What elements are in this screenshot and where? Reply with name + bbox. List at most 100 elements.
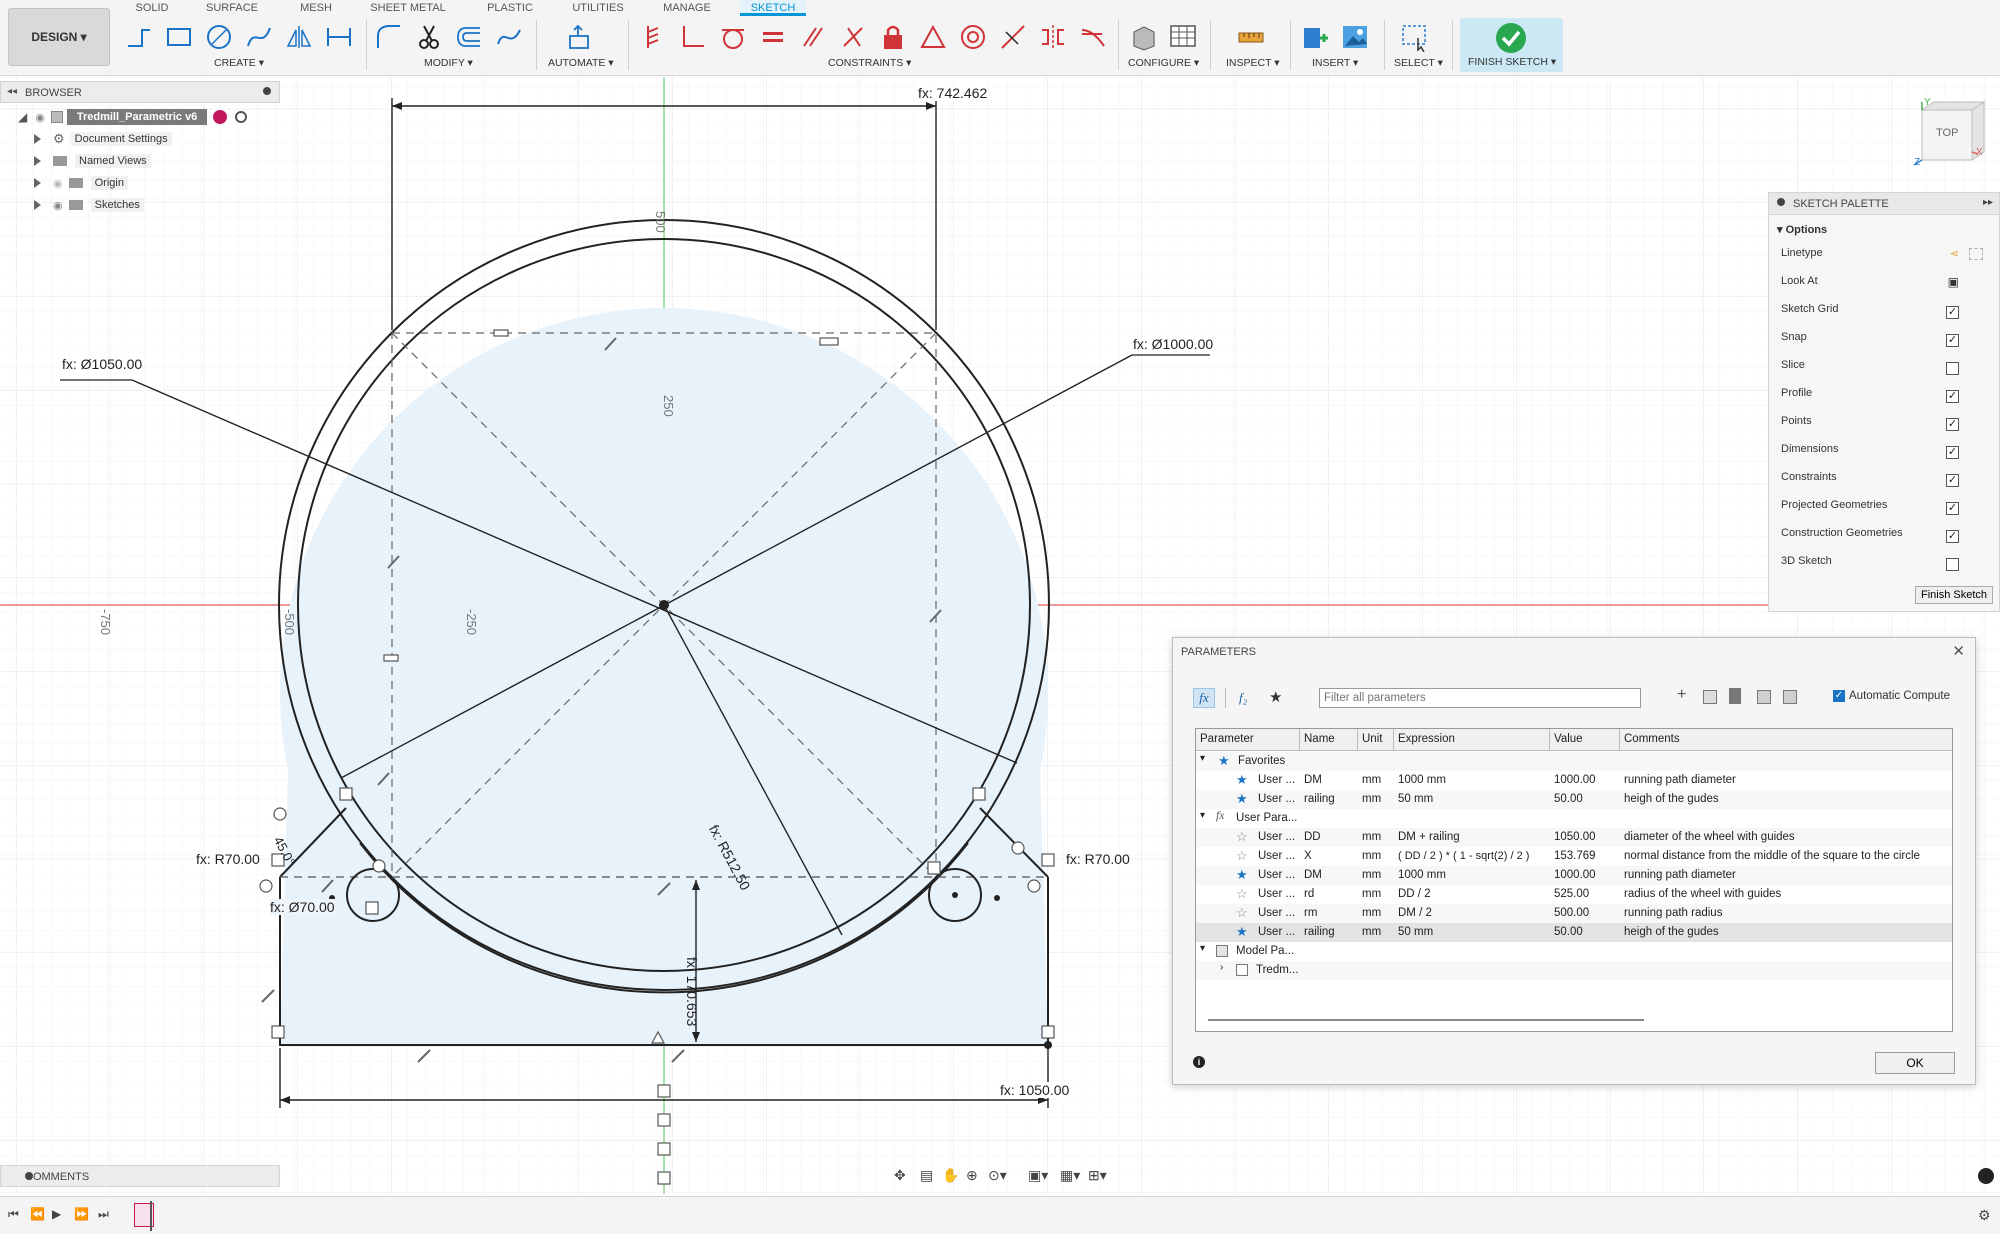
line-tool-icon[interactable]	[124, 22, 154, 52]
play-icon[interactable]: ▶	[52, 1207, 61, 1221]
collapse-icon[interactable]: ◂◂	[7, 86, 17, 97]
go-to-end-icon[interactable]: ⏭	[98, 1207, 109, 1222]
star-filter-icon[interactable]: ★	[1269, 688, 1282, 706]
curvature-constraint-icon[interactable]	[1078, 22, 1108, 52]
option-points[interactable]: Points ✓	[1781, 415, 1991, 435]
group-row-user-parameters[interactable]: ▾ fx User Para...	[1196, 809, 1952, 828]
ok-button[interactable]: OK	[1875, 1052, 1955, 1074]
table-row[interactable]: ☆ User ... rd mm DD / 2 525.00 radius of…	[1196, 885, 1952, 904]
favorite-star-outline-icon[interactable]: ☆	[1236, 848, 1248, 864]
fillet-tool-icon[interactable]	[374, 22, 404, 52]
delete-parameter-icon[interactable]	[1729, 688, 1741, 704]
copy-parameter-icon[interactable]	[1703, 690, 1717, 704]
configure-model-icon[interactable]	[1128, 22, 1158, 52]
create-group-label[interactable]: CREATE ▾	[214, 57, 264, 69]
automatic-compute-option[interactable]: ✓ Automatic Compute	[1833, 690, 1950, 702]
grid-settings-icon[interactable]: ▦▾	[1060, 1167, 1080, 1184]
dimension-fillet-right[interactable]: fx: R70.00	[1066, 851, 1130, 867]
target-icon[interactable]	[235, 111, 248, 123]
option-projected-geometries[interactable]: Projected Geometries ✓	[1781, 499, 1991, 519]
go-to-start-icon[interactable]: ⏮	[8, 1207, 19, 1222]
dimension-small-diameter[interactable]: fx: Ø70.00	[270, 899, 335, 915]
browser-item-named-views[interactable]: Named Views	[34, 150, 151, 172]
browser-pin-icon[interactable]	[263, 87, 271, 95]
step-back-icon[interactable]: ⏪	[30, 1207, 45, 1221]
circle-tool-icon[interactable]	[204, 22, 234, 52]
dimension-height[interactable]: fx: 170.653	[684, 957, 700, 1026]
browser-panel-header[interactable]: ◂◂ BROWSER	[0, 81, 280, 103]
snap-checkbox[interactable]: ✓	[1946, 334, 1959, 347]
modify-group-label[interactable]: MODIFY ▾	[424, 57, 473, 69]
automate-group-label[interactable]: AUTOMATE ▾	[548, 57, 614, 69]
constraints-group-label[interactable]: CONSTRAINTS ▾	[828, 57, 911, 69]
browser-item-sketches[interactable]: ◉ Sketches	[34, 194, 144, 216]
option-constraints[interactable]: Constraints ✓	[1781, 471, 1991, 491]
column-header-comments[interactable]: Comments	[1620, 729, 1952, 751]
expand-triangle-icon[interactable]	[34, 134, 41, 144]
tab-utilities[interactable]: UTILITIES	[572, 0, 624, 16]
options-section-header[interactable]: ▾ Options	[1777, 223, 1827, 236]
column-header-unit[interactable]: Unit	[1358, 729, 1394, 751]
group-row-model-child[interactable]: › Tredm...	[1196, 961, 1952, 980]
mirror-tool-icon[interactable]	[284, 22, 314, 52]
curve-tool-icon[interactable]	[494, 22, 524, 52]
group-row-favorites[interactable]: ▾ ★ Favorites	[1196, 752, 1952, 771]
configure-group-label[interactable]: CONFIGURE ▾	[1128, 57, 1199, 69]
orbit-icon[interactable]: ✥	[894, 1167, 906, 1184]
insert-image-icon[interactable]	[1340, 22, 1370, 52]
viewports-icon[interactable]: ⊞▾	[1088, 1167, 1107, 1184]
measure-tool-icon[interactable]	[1236, 22, 1266, 52]
dimensions-checkbox[interactable]: ✓	[1946, 446, 1959, 459]
chat-icon[interactable]	[1978, 1168, 1994, 1184]
equal-constraint-icon[interactable]	[758, 22, 788, 52]
triangle-constraint-icon[interactable]	[918, 22, 948, 52]
3d-sketch-checkbox[interactable]	[1946, 558, 1959, 571]
close-icon[interactable]: ✕	[1952, 642, 1965, 660]
expand-triangle-icon[interactable]: ◢	[18, 110, 27, 124]
option-profile[interactable]: Profile ✓	[1781, 387, 1991, 407]
parallel-constraint-icon[interactable]	[798, 22, 828, 52]
group-row-model-parameters[interactable]: ▾ Model Pa...	[1196, 942, 1952, 961]
favorite-star-icon[interactable]: ★	[1236, 867, 1248, 883]
comments-panel[interactable]: COMMENTS	[0, 1165, 280, 1187]
collapse-chevron-icon[interactable]: ▾	[1200, 943, 1205, 954]
trim-tool-icon[interactable]	[414, 22, 444, 52]
configure-table-icon[interactable]	[1168, 22, 1198, 52]
palette-finish-sketch-button[interactable]: Finish Sketch	[1915, 586, 1993, 604]
tab-plastic[interactable]: PLASTIC	[486, 0, 534, 16]
table-row[interactable]: ★ User ... railing mm 50 mm 50.00 heigh …	[1196, 790, 1952, 809]
table-row[interactable]: ☆ User ... rm mm DM / 2 500.00 running p…	[1196, 904, 1952, 923]
rectangle-tool-icon[interactable]	[164, 22, 194, 52]
tab-manage[interactable]: MANAGE	[662, 0, 712, 16]
midpoint-constraint-icon[interactable]	[998, 22, 1028, 52]
palette-header[interactable]: SKETCH PALETTE ▸▸	[1769, 193, 1999, 215]
zoom-icon[interactable]: ⊕	[966, 1167, 978, 1184]
horizontal-scrollbar[interactable]	[1208, 1019, 1644, 1021]
option-dimensions[interactable]: Dimensions ✓	[1781, 443, 1991, 463]
tangent-constraint-icon[interactable]	[718, 22, 748, 52]
table-row-selected[interactable]: ★ User ... railing mm 50 mm 50.00 heigh …	[1196, 923, 1952, 942]
palette-pin-icon[interactable]	[1777, 198, 1785, 206]
select-window-icon[interactable]	[1400, 22, 1430, 53]
info-icon[interactable]: i	[1193, 1056, 1205, 1068]
add-parameter-icon[interactable]: +	[1677, 686, 1686, 704]
design-workspace-button[interactable]: DESIGN ▾	[8, 8, 110, 66]
expand-chevron-icon[interactable]: ›	[1220, 962, 1223, 973]
collapse-chevron-icon[interactable]: ▾	[1200, 810, 1205, 821]
projected-geometries-checkbox[interactable]: ✓	[1946, 502, 1959, 515]
record-icon[interactable]	[213, 110, 228, 124]
option-3d-sketch[interactable]: 3D Sketch	[1781, 555, 1991, 575]
insert-group-label[interactable]: INSERT ▾	[1312, 57, 1358, 69]
expand-arrows-icon[interactable]: ▸▸	[1983, 197, 1993, 208]
table-row[interactable]: ☆ User ... X mm ( DD / 2 ) * ( 1 - sqrt(…	[1196, 847, 1952, 866]
column-header-expression[interactable]: Expression	[1394, 729, 1550, 751]
zoom-window-icon[interactable]: ⊙▾	[988, 1167, 1007, 1184]
finish-sketch-button[interactable]: FINISH SKETCH ▾	[1460, 18, 1563, 72]
pan-hand-icon[interactable]: ✋	[942, 1167, 959, 1184]
option-snap[interactable]: Snap ✓	[1781, 331, 1991, 351]
option-construction-geometries[interactable]: Construction Geometries ✓	[1781, 527, 1991, 547]
look-at-icon[interactable]: ▣	[1948, 275, 1959, 289]
table-row[interactable]: ☆ User ... DD mm DM + railing 1050.00 di…	[1196, 828, 1952, 847]
export-csv-icon[interactable]	[1783, 690, 1797, 704]
fx-filter-icon[interactable]: fx	[1193, 688, 1215, 708]
